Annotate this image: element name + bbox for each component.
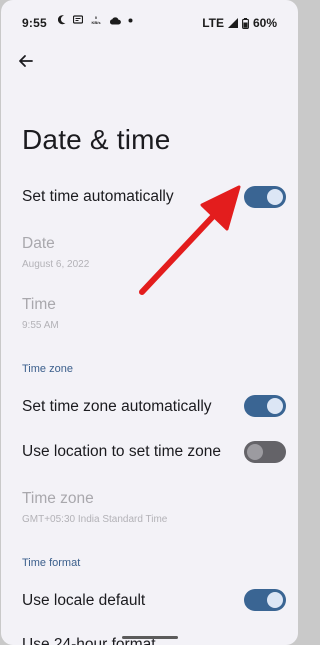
time-zone-label: Time zone bbox=[22, 490, 94, 507]
time-zone-row[interactable]: Time zone GMT+05:30 India Standard Time bbox=[22, 490, 286, 525]
battery-icon bbox=[242, 17, 249, 29]
annotation-arrow-icon bbox=[139, 185, 241, 295]
network-type: LTE bbox=[202, 16, 224, 30]
status-right: LTE 60% bbox=[202, 16, 277, 30]
toggle-knob bbox=[247, 444, 263, 460]
dot-icon bbox=[128, 18, 133, 22]
status-bar: 9:55 0 KB/s LTE 60% bbox=[1, 12, 298, 32]
set-time-automatically-toggle[interactable] bbox=[244, 186, 286, 208]
use-location-toggle[interactable] bbox=[244, 441, 286, 463]
arrow-left-icon bbox=[19, 55, 33, 67]
toggle-knob bbox=[267, 398, 283, 414]
data-badge: 0 KB/s bbox=[91, 15, 101, 25]
time-zone-section-header: Time zone bbox=[22, 363, 73, 375]
notification-icons: 0 KB/s bbox=[58, 15, 133, 25]
message-icon bbox=[73, 15, 83, 24]
moon-icon bbox=[58, 15, 66, 25]
data-usage-icon: 0 KB/s bbox=[90, 15, 102, 25]
time-format-section-header: Time format bbox=[22, 557, 81, 569]
time-value: 9:55 AM bbox=[22, 320, 59, 331]
back-button[interactable] bbox=[15, 50, 37, 72]
use-locale-default-toggle[interactable] bbox=[244, 589, 286, 611]
time-zone-value: GMT+05:30 India Standard Time bbox=[22, 514, 168, 525]
toggle-knob bbox=[267, 189, 283, 205]
cloud-icon bbox=[109, 16, 121, 24]
signal-icon bbox=[227, 18, 238, 28]
time-row[interactable]: Time 9:55 AM bbox=[22, 296, 286, 331]
toggle-knob bbox=[267, 592, 283, 608]
set-time-zone-automatically-toggle[interactable] bbox=[244, 395, 286, 417]
page-title: Date & time bbox=[22, 124, 171, 155]
status-time: 9:55 bbox=[22, 16, 47, 30]
gesture-nav-handle[interactable] bbox=[122, 636, 178, 639]
battery-percent: 60% bbox=[252, 16, 277, 30]
settings-screen: 9:55 0 KB/s LTE 60% Date & time Set time… bbox=[1, 0, 298, 645]
time-label: Time bbox=[22, 296, 56, 313]
